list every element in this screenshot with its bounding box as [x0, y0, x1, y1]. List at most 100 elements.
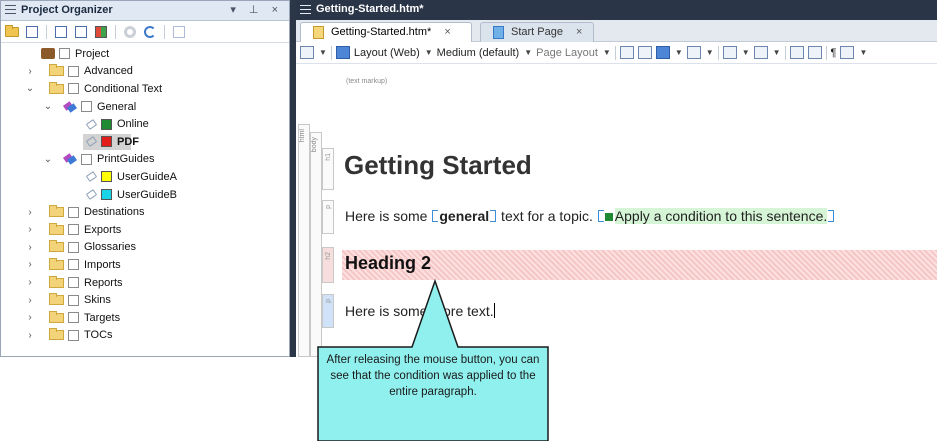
- tree-item-imports[interactable]: › Imports: [1, 256, 289, 274]
- dropdown-arrow-icon[interactable]: ▼: [859, 48, 867, 57]
- tree-item-userguidea[interactable]: UserGuideA: [1, 168, 289, 186]
- show-hide-icon[interactable]: [840, 46, 855, 59]
- pane-controls[interactable]: ▾ ⊥ ×: [230, 3, 283, 16]
- copy-button[interactable]: [52, 24, 70, 40]
- chevron-right-icon[interactable]: ›: [23, 312, 37, 323]
- tag-block-h2[interactable]: h2: [322, 247, 334, 283]
- show-tags-icon[interactable]: [655, 46, 670, 59]
- dropdown-arrow-icon[interactable]: ▼: [773, 48, 781, 57]
- menu-icon[interactable]: [300, 5, 311, 17]
- project-organizer-titlebar[interactable]: Project Organizer ▾ ⊥ ×: [1, 1, 289, 21]
- folder-icon: [49, 275, 64, 288]
- tree-item-skins[interactable]: › Skins: [1, 291, 289, 309]
- tree-item-glossaries[interactable]: › Glossaries: [1, 239, 289, 257]
- paste-button[interactable]: [72, 24, 90, 40]
- checkbox[interactable]: [59, 48, 70, 60]
- editor-title: Getting-Started.htm*: [316, 3, 424, 15]
- tree-item-online[interactable]: Online: [1, 115, 289, 133]
- checkbox[interactable]: [68, 312, 79, 324]
- close-icon[interactable]: ×: [444, 26, 450, 38]
- checkbox[interactable]: [68, 65, 79, 77]
- tree-item-reports[interactable]: › Reports: [1, 274, 289, 292]
- sync-button[interactable]: [141, 24, 159, 40]
- chevron-right-icon[interactable]: ›: [23, 242, 37, 253]
- paragraph-2[interactable]: Here is some more text.: [345, 303, 495, 319]
- dropdown-arrow-icon[interactable]: ▼: [706, 48, 714, 57]
- heading-1[interactable]: Getting Started: [344, 150, 532, 181]
- new-item-button[interactable]: [23, 24, 41, 40]
- close-icon[interactable]: ×: [576, 26, 582, 38]
- checkbox[interactable]: [81, 101, 92, 113]
- tree-item-targets[interactable]: › Targets: [1, 309, 289, 327]
- properties-button[interactable]: [170, 24, 188, 40]
- chevron-down-icon[interactable]: ⌄: [41, 154, 55, 165]
- layout-dropdown[interactable]: Layout (Web): [354, 47, 420, 59]
- open-folder-button[interactable]: [3, 24, 21, 40]
- chevron-down-icon[interactable]: ⌄: [41, 101, 55, 112]
- text-markup-icon[interactable]: [722, 46, 737, 59]
- checkbox[interactable]: [68, 277, 79, 289]
- tab-start-page[interactable]: Start Page ×: [480, 22, 594, 42]
- conditions-icon[interactable]: [807, 46, 822, 59]
- chevron-right-icon[interactable]: ›: [23, 330, 37, 341]
- condition-start-marker: [597, 210, 604, 222]
- tag-block-p[interactable]: p: [322, 200, 334, 234]
- paragraph-1[interactable]: Here is some general text for a topic. A…: [345, 208, 835, 224]
- structure-bar-html[interactable]: html: [298, 124, 310, 357]
- grid-icon: [95, 25, 107, 38]
- tree-item-userguideb[interactable]: UserGuideB: [1, 186, 289, 204]
- chevron-right-icon[interactable]: ›: [23, 224, 37, 235]
- menu-icon[interactable]: [5, 5, 16, 15]
- chevron-right-icon[interactable]: ›: [23, 277, 37, 288]
- checkbox[interactable]: [68, 241, 79, 253]
- tree-item-project[interactable]: Project: [1, 45, 289, 63]
- chevron-right-icon[interactable]: ›: [23, 259, 37, 270]
- dropdown-arrow-icon[interactable]: ▼: [425, 48, 433, 57]
- checkbox[interactable]: [68, 224, 79, 236]
- font-icon[interactable]: [753, 46, 768, 59]
- checkbox[interactable]: [68, 294, 79, 306]
- print-preview-icon[interactable]: [637, 46, 652, 59]
- layout-icon: [335, 46, 350, 59]
- dropdown-arrow-icon[interactable]: ▼: [675, 48, 683, 57]
- chevron-right-icon[interactable]: ›: [23, 207, 37, 218]
- chevron-right-icon[interactable]: ›: [23, 66, 37, 77]
- checkbox[interactable]: [68, 206, 79, 218]
- tag-block-h1[interactable]: h1: [322, 148, 334, 190]
- dropdown-arrow-icon[interactable]: ▼: [603, 48, 611, 57]
- folder-icon: [49, 64, 64, 77]
- heading-2[interactable]: Heading 2: [345, 253, 431, 274]
- tree-item-tocs[interactable]: › TOCs: [1, 327, 289, 345]
- tree-item-general[interactable]: ⌄ General: [1, 98, 289, 116]
- pilcrow-button[interactable]: ¶: [831, 47, 837, 59]
- project-organizer-pane: Project Organizer ▾ ⊥ × Project › Advanc…: [0, 0, 290, 357]
- condition-set-icon: [63, 153, 77, 165]
- checkbox[interactable]: [68, 329, 79, 341]
- view-icon[interactable]: [300, 46, 314, 59]
- dropdown-arrow-icon[interactable]: ▼: [742, 48, 750, 57]
- tag-block-p-selected[interactable]: p: [322, 294, 334, 328]
- preview-icon[interactable]: [619, 46, 634, 59]
- tree-item-pdf[interactable]: PDF: [1, 133, 289, 151]
- settings-button[interactable]: [121, 24, 139, 40]
- checkbox[interactable]: [68, 83, 79, 95]
- tree-item-conditional-text[interactable]: ⌄ Conditional Text: [1, 80, 289, 98]
- zoom-icon[interactable]: [686, 46, 701, 59]
- tree-item-advanced[interactable]: › Advanced: [1, 63, 289, 81]
- tab-getting-started[interactable]: Getting-Started.htm* ×: [300, 22, 472, 42]
- chevron-down-icon[interactable]: ⌄: [23, 83, 37, 94]
- structure-bars-icon[interactable]: [789, 46, 804, 59]
- dropdown-arrow-icon[interactable]: ▼: [319, 48, 327, 57]
- structure-bar-body[interactable]: body: [310, 132, 322, 357]
- checkbox[interactable]: [68, 259, 79, 271]
- tree-item-printguides[interactable]: ⌄ PrintGuides: [1, 151, 289, 169]
- tree-item-label: Destinations: [84, 206, 145, 219]
- page-layout-dropdown[interactable]: Page Layout: [536, 47, 598, 59]
- dropdown-arrow-icon[interactable]: ▼: [524, 48, 532, 57]
- medium-dropdown[interactable]: Medium (default): [437, 47, 520, 59]
- tree-item-exports[interactable]: › Exports: [1, 221, 289, 239]
- grid-view-button[interactable]: [92, 24, 110, 40]
- tree-item-destinations[interactable]: › Destinations: [1, 203, 289, 221]
- chevron-right-icon[interactable]: ›: [23, 295, 37, 306]
- checkbox[interactable]: [81, 153, 92, 165]
